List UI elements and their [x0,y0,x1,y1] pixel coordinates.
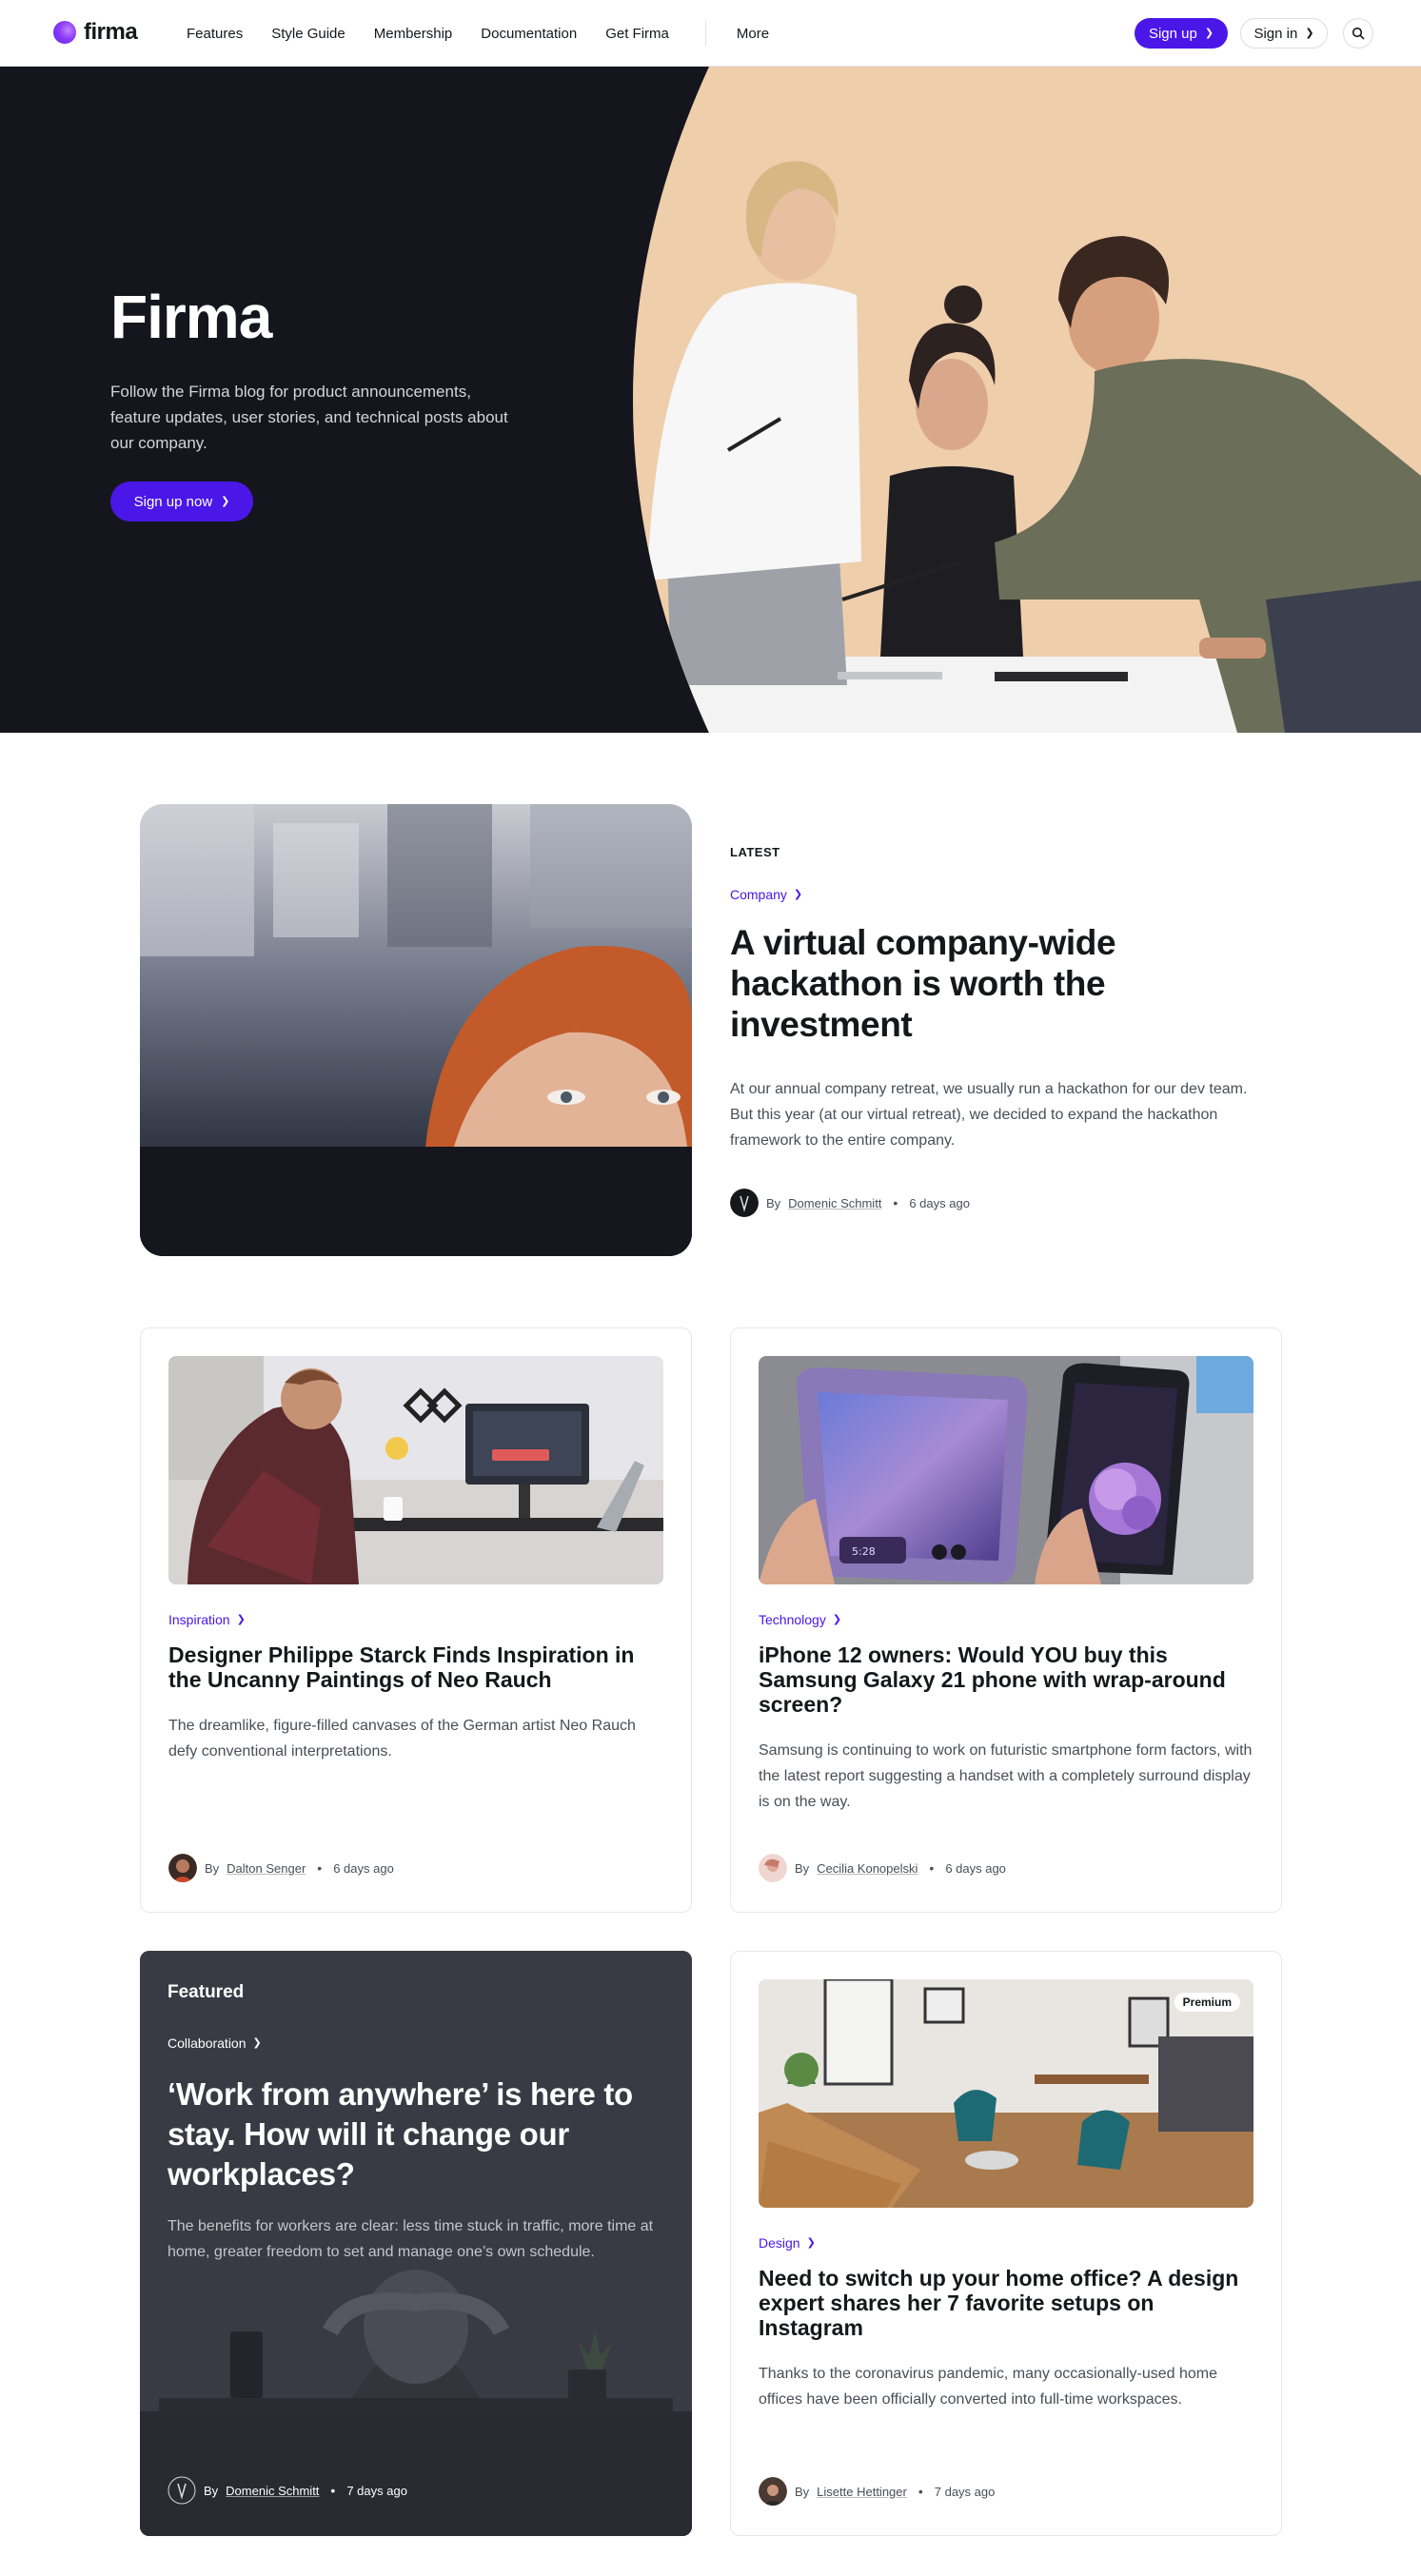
nav-item-more[interactable]: More [737,26,769,42]
post-date: 6 days ago [333,1860,394,1876]
featured-post-excerpt: The benefits for workers are clear: less… [168,2218,654,2260]
logo-mark-icon [53,21,76,44]
post-card-byline: By Lisette Hettinger • 7 days ago [759,2477,995,2506]
main-nav: Features Style Guide Membership Document… [187,0,798,67]
chevron-right-icon: ❯ [832,1613,842,1625]
author-link[interactable]: Cecilia Konopelski [817,1861,918,1876]
post-card-excerpt: Thanks to the coronavirus pandemic, many… [759,2366,1218,2408]
nav-item-get-firma[interactable]: Get Firma [605,26,669,42]
hero-signup-button[interactable]: Sign up now ❯ [110,482,253,521]
latest-post-tag[interactable]: Company ❯ [730,887,802,902]
sign-in-button[interactable]: Sign in ❯ [1240,18,1328,49]
byline-prefix: By [204,2483,219,2498]
post-card-image[interactable]: Premium [759,1979,1253,2208]
avatar[interactable] [168,2476,196,2505]
byline-separator: • [893,1195,898,1210]
hero-title: Firma [110,283,272,351]
tag-label: Design [759,2235,800,2251]
byline-separator: • [918,2484,923,2499]
post-card-photo [759,1979,1253,2208]
author-link[interactable]: Lisette Hettinger [817,2485,907,2499]
author-link[interactable]: Domenic Schmitt [788,1196,881,1210]
byline-prefix: By [766,1195,781,1210]
nav-divider [704,21,706,46]
author-link[interactable]: Domenic Schmitt [226,2484,319,2498]
latest-post-byline: By Domenic Schmitt • 6 days ago [730,1189,970,1217]
chevron-right-icon: ❯ [1305,27,1314,39]
sign-in-label: Sign in [1253,25,1298,42]
featured-label: Featured [168,1982,245,2002]
chevron-right-icon: ❯ [1204,27,1214,39]
tag-label: Collaboration [168,2035,247,2051]
byline-separator: • [317,1860,323,1876]
post-card[interactable]: Premium Design ❯ Need to switch up your … [730,1951,1282,2536]
post-card-byline: By Dalton Senger • 6 days ago [168,1854,394,1882]
hero-section: Firma Follow the Firma blog for product … [0,67,1421,733]
featured-post-byline: By Domenic Schmitt • 7 days ago [168,2476,407,2505]
search-icon [1352,27,1365,40]
avatar[interactable] [759,1854,787,1882]
latest-post-title[interactable]: A virtual company-wide hackathon is wort… [730,922,1244,1045]
chevron-right-icon: ❯ [793,888,803,900]
latest-label: LATEST [730,845,780,859]
logo-text: firma [84,19,138,45]
post-date: 6 days ago [909,1195,970,1210]
nav-item-features[interactable]: Features [187,26,243,42]
byline-separator: • [929,1860,935,1876]
post-card-photo [168,1356,663,1584]
post-card-title[interactable]: iPhone 12 owners: Would YOU buy this Sam… [759,1642,1253,1717]
sign-up-button[interactable]: Sign up ❯ [1135,18,1228,49]
post-card-byline: By Cecilia Konopelski • 6 days ago [759,1854,1006,1882]
post-card-tag[interactable]: Inspiration ❯ [168,1612,246,1627]
site-logo[interactable]: firma [53,19,138,46]
latest-post-image[interactable] [140,804,692,1256]
latest-post-excerpt: At our annual company retreat, we usuall… [730,1081,1248,1149]
post-card-image[interactable] [168,1356,663,1584]
tag-label: Company [730,887,787,902]
nav-item-documentation[interactable]: Documentation [481,26,577,42]
tag-label: Inspiration [168,1612,230,1627]
post-card-excerpt: The dreamlike, figure-filled canvases of… [168,1718,636,1760]
avatar[interactable] [730,1189,759,1217]
chevron-right-icon: ❯ [806,2236,816,2249]
avatar[interactable] [759,2477,787,2506]
featured-post-tag[interactable]: Collaboration ❯ [168,2035,262,2051]
hero-signup-label: Sign up now [133,493,213,510]
premium-badge: Premium [1174,1993,1240,2012]
featured-post-card[interactable]: Featured Collaboration ❯ ‘Work from anyw… [140,1951,692,2536]
post-card-tag[interactable]: Technology ❯ [759,1612,841,1627]
post-card-photo: 5:28 [759,1356,1253,1584]
latest-post-photo [140,804,692,1256]
phone-clock: 5:28 [852,1545,876,1558]
chevron-right-icon: ❯ [252,2036,262,2049]
post-date: 7 days ago [934,2484,996,2499]
post-card-tag[interactable]: Design ❯ [759,2235,816,2251]
byline-prefix: By [205,1860,220,1876]
post-card[interactable]: Inspiration ❯ Designer Philippe Starck F… [140,1327,692,1913]
search-button[interactable] [1343,18,1373,49]
author-link[interactable]: Dalton Senger [227,1861,306,1876]
post-card-excerpt: Samsung is continuing to work on futuris… [759,1742,1253,1810]
byline-separator: • [330,2483,336,2498]
post-card-title[interactable]: Need to switch up your home office? A de… [759,2266,1253,2340]
post-date: 6 days ago [945,1860,1006,1876]
featured-post-title[interactable]: ‘Work from anywhere’ is here to stay. Ho… [168,2075,672,2194]
avatar[interactable] [168,1854,197,1882]
nav-item-style-guide[interactable]: Style Guide [271,26,345,42]
post-date: 7 days ago [346,2483,407,2498]
site-header: firma Features Style Guide Membership Do… [0,0,1421,67]
byline-prefix: By [795,2484,810,2499]
chevron-right-icon: ❯ [221,495,230,507]
chevron-right-icon: ❯ [236,1613,246,1625]
tag-label: Technology [759,1612,826,1627]
sign-up-label: Sign up [1148,25,1197,42]
byline-prefix: By [795,1860,810,1876]
post-card-image[interactable]: 5:28 [759,1356,1253,1584]
nav-item-membership[interactable]: Membership [374,26,453,42]
post-card-title[interactable]: Designer Philippe Starck Finds Inspirati… [168,1642,663,1692]
hero-description: Follow the Firma blog for product announ… [110,383,508,452]
post-card[interactable]: 5:28 Technology ❯ iPhone 12 owners: Woul… [730,1327,1282,1913]
